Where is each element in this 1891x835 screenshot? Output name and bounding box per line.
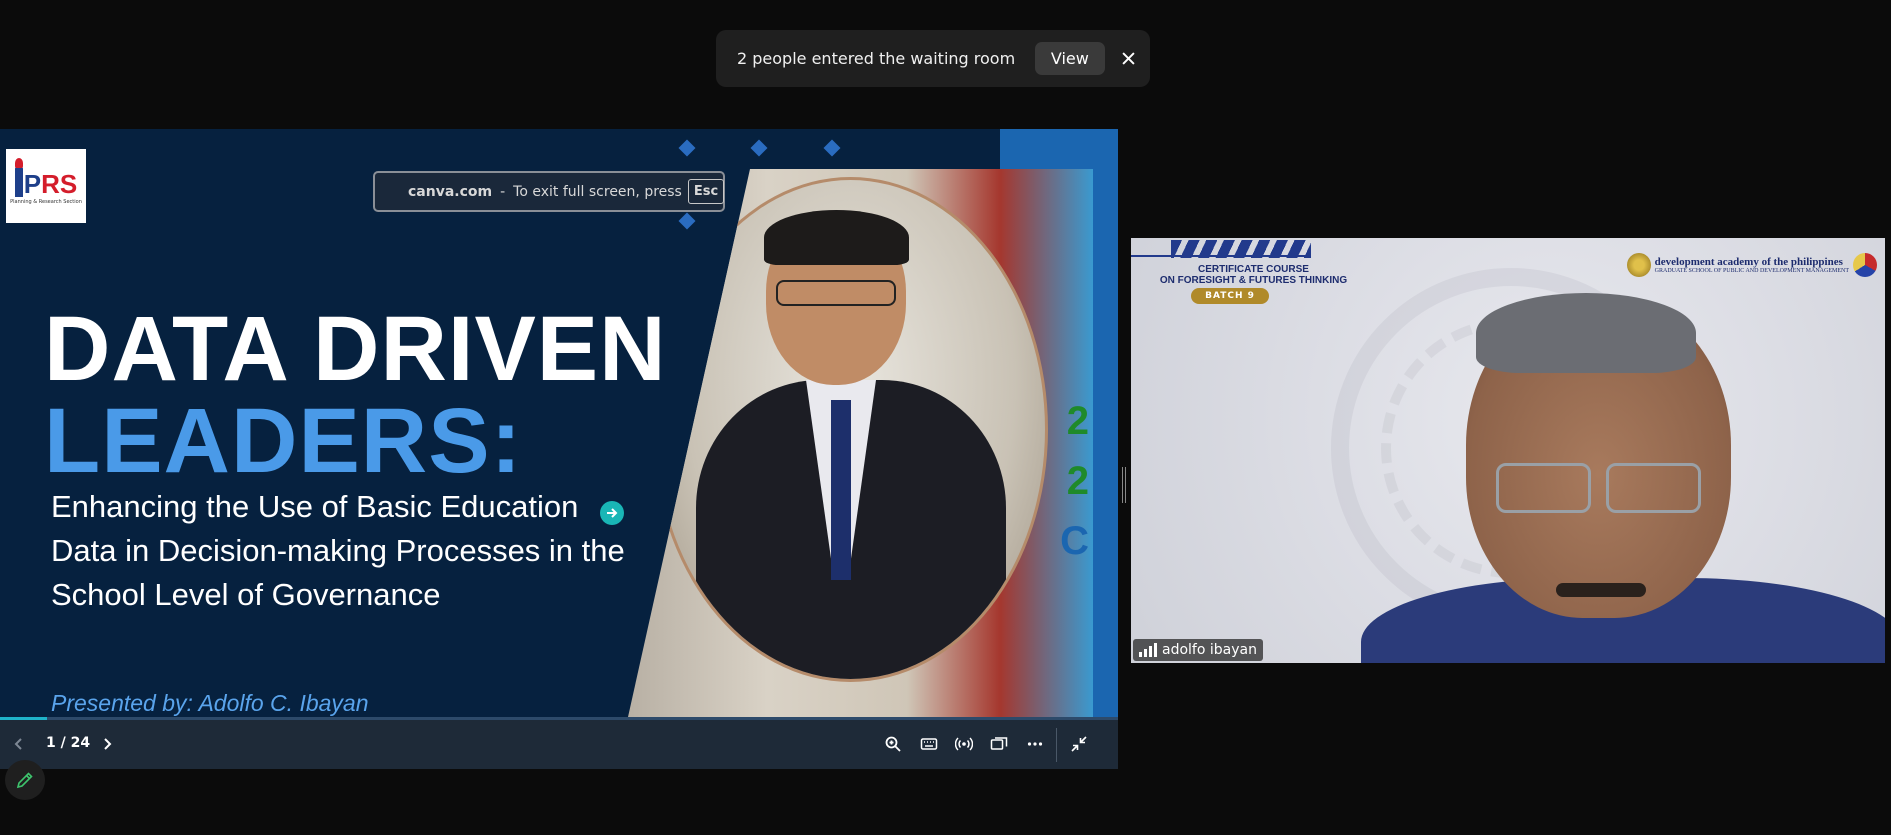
- keyboard-icon: [920, 738, 938, 750]
- live-button[interactable]: [953, 733, 975, 755]
- philippines-seal-icon: [1853, 253, 1877, 277]
- presenter-photo: 2 2 C: [628, 169, 1093, 717]
- arrow-right-icon: [607, 508, 618, 518]
- participant-video-tile[interactable]: CERTIFICATE COURSE ON FORESIGHT & FUTURE…: [1131, 238, 1885, 663]
- notification-text: 2 people entered the waiting room: [737, 49, 1016, 68]
- close-notification-button[interactable]: [1121, 48, 1136, 70]
- esc-key: Esc: [687, 179, 725, 204]
- present-icon: [990, 737, 1008, 750]
- torch-icon: [14, 158, 23, 197]
- certificate-course-banner: CERTIFICATE COURSE ON FORESIGHT & FUTURE…: [1159, 264, 1348, 286]
- panel-resize-handle[interactable]: [1122, 467, 1126, 503]
- view-waiting-room-button[interactable]: View: [1035, 42, 1105, 75]
- prs-logo: PRS Planning & Research Section: [6, 149, 86, 223]
- pencil-icon: [16, 772, 33, 789]
- more-icon: [1027, 742, 1043, 746]
- more-options-button[interactable]: [1024, 733, 1046, 755]
- next-slide-button[interactable]: [96, 733, 118, 755]
- keyboard-shortcuts-button[interactable]: [918, 733, 940, 755]
- decor-diamond: [750, 139, 768, 157]
- chevron-right-icon: [104, 738, 112, 750]
- shared-slide: PRS Planning & Research Section 2 2 C ca…: [0, 129, 1118, 769]
- zoom-button[interactable]: [882, 733, 904, 755]
- exit-fullscreen-button[interactable]: [1068, 733, 1090, 755]
- signal-strength-icon: [1139, 643, 1157, 657]
- chevron-left-icon: [14, 738, 22, 750]
- slide-title-line2: LEADERS:: [44, 390, 523, 492]
- logo-subtitle: Planning & Research Section: [10, 199, 82, 205]
- slide-link-button[interactable]: [600, 501, 624, 525]
- slide-title-line1: DATA DRIVEN: [44, 298, 667, 400]
- slide-presenter: Presented by: Adolfo C. Ibayan: [51, 690, 369, 716]
- batch-badge: BATCH 9: [1191, 288, 1269, 304]
- exit-fullscreen-icon: [1071, 736, 1087, 752]
- presenter-view-button[interactable]: [988, 733, 1010, 755]
- slide-subtitle: Enhancing the Use of Basic Education Dat…: [51, 489, 625, 612]
- decor-diamond: [678, 212, 696, 230]
- dap-seal-icon: [1626, 253, 1651, 277]
- dap-logo: development academy of the philippines G…: [1626, 253, 1877, 277]
- participant-name: adolfo ibayan: [1162, 642, 1257, 658]
- waiting-room-notification: 2 people entered the waiting room View: [716, 30, 1150, 87]
- controls-divider: [1056, 728, 1057, 762]
- annotate-button[interactable]: [5, 760, 45, 800]
- previous-slide-button[interactable]: [8, 733, 30, 755]
- decor-diamond: [823, 139, 841, 157]
- close-icon: [1122, 52, 1135, 65]
- slide-controls-bar: 1 / 24: [0, 720, 1118, 769]
- decor-diamond: [678, 139, 696, 157]
- participant-name-tag: adolfo ibayan: [1133, 639, 1263, 661]
- zoom-in-icon: [885, 736, 901, 752]
- broadcast-icon: [955, 737, 973, 751]
- page-indicator: 1 / 24: [46, 735, 91, 751]
- fullscreen-hint: canva.com - To exit full screen, press E…: [373, 171, 725, 212]
